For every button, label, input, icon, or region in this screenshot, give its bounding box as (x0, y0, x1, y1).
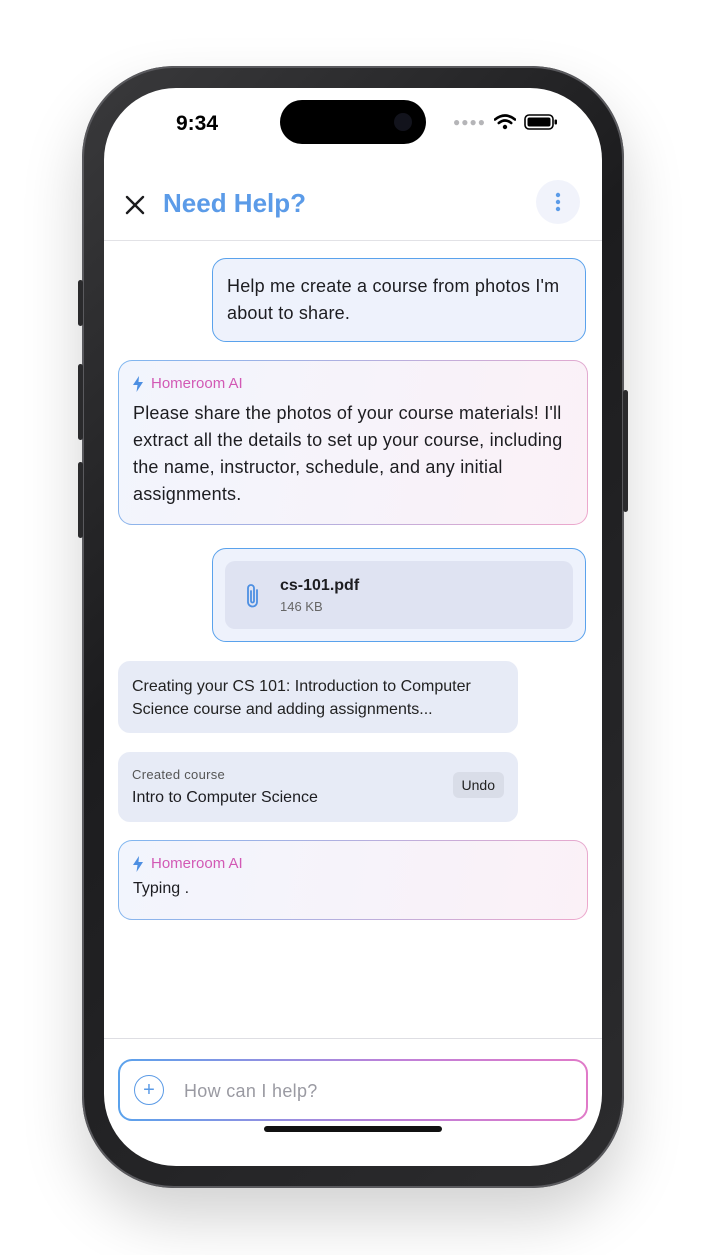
file-attachment[interactable]: cs-101.pdf 146 KB (225, 561, 573, 629)
lightning-icon (133, 375, 143, 392)
action-button (78, 280, 83, 326)
status-icons: ●●●● (453, 114, 558, 130)
page-title: Need Help? (163, 188, 307, 218)
wifi-icon (494, 114, 516, 130)
camera-icon (394, 113, 412, 131)
typing-indicator: Typing . (133, 880, 190, 897)
created-course-name: Intro to Computer Science (132, 789, 318, 806)
user-message-text: Help me create a course from photos I'm … (227, 276, 560, 323)
file-name: cs-101.pdf (280, 577, 360, 594)
home-indicator[interactable] (264, 1126, 442, 1132)
signal-icon: ●●●● (453, 115, 486, 129)
created-course-card: Created course Intro to Computer Science… (118, 752, 518, 822)
file-message[interactable]: cs-101.pdf 146 KB (212, 548, 586, 642)
ai-label: Homeroom AI (133, 855, 573, 872)
dynamic-island (280, 100, 426, 144)
status-time: 9:34 (176, 112, 219, 135)
close-icon[interactable] (124, 194, 146, 216)
volume-up-button (78, 364, 83, 440)
volume-down-button (78, 462, 83, 538)
system-status-text: Creating your CS 101: Introduction to Co… (132, 678, 471, 718)
ai-label: Homeroom AI (133, 375, 573, 392)
message-input-box[interactable]: + (118, 1059, 588, 1121)
message-input[interactable] (182, 1071, 566, 1111)
undo-button[interactable]: Undo (452, 772, 504, 798)
power-button (623, 390, 628, 512)
composer: + (104, 1038, 602, 1166)
plus-icon: + (143, 1079, 155, 1101)
chat-header: Need Help? (104, 176, 602, 241)
ai-label-text: Homeroom AI (151, 375, 243, 392)
ai-label-text: Homeroom AI (151, 855, 243, 872)
more-vertical-icon (555, 192, 561, 212)
screen: 9:34 ●●●● Need Help? Help me create a co… (104, 88, 602, 1166)
battery-icon (524, 114, 557, 130)
user-message: Help me create a course from photos I'm … (212, 258, 586, 342)
system-status-message: Creating your CS 101: Introduction to Co… (118, 661, 518, 733)
file-size: 146 KB (280, 599, 323, 614)
lightning-icon (133, 855, 143, 872)
more-options-button[interactable] (536, 180, 580, 224)
attach-button[interactable]: + (134, 1075, 164, 1105)
created-course-label: Created course (132, 767, 226, 782)
ai-message: Homeroom AI Please share the photos of y… (118, 360, 588, 525)
ai-message-text: Please share the photos of your course m… (133, 403, 563, 504)
ai-typing-message: Homeroom AI Typing . (118, 840, 588, 920)
paperclip-icon (247, 584, 258, 608)
